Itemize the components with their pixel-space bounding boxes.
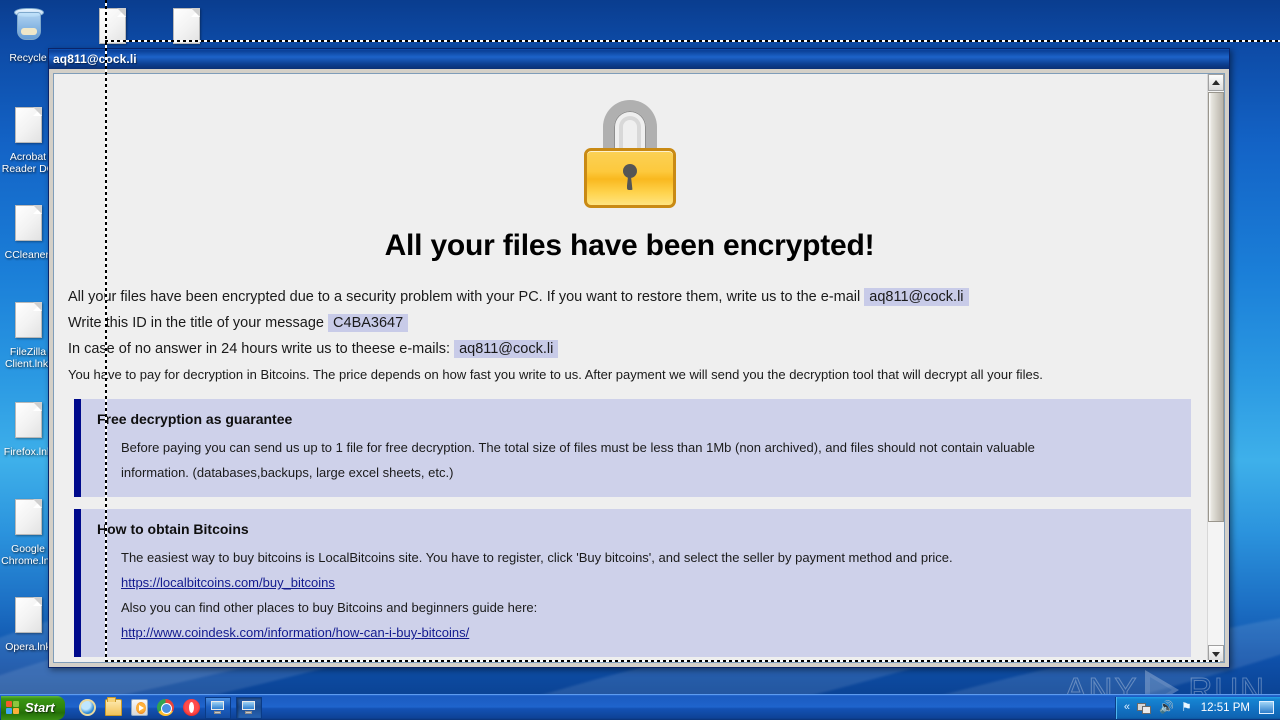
intro-line-3-text: In case of no answer in 24 hours write u… bbox=[68, 341, 451, 357]
desktop-icon-label: Firefox.lnk bbox=[3, 446, 53, 458]
intro-line-2-text: Write this ID in the title of your messa… bbox=[68, 315, 325, 331]
document-icon bbox=[8, 595, 48, 639]
coindesk-link[interactable]: http://www.coindesk.com/information/how-… bbox=[121, 620, 469, 645]
opera-icon[interactable] bbox=[182, 699, 200, 716]
intro-line-1: All your files have been encrypted due t… bbox=[68, 285, 1191, 310]
contact-email-2: aq811@cock.li bbox=[454, 340, 559, 358]
intro-line-3: In case of no answer in 24 hours write u… bbox=[68, 337, 1191, 362]
scroll-down-arrow-icon[interactable] bbox=[1208, 645, 1224, 662]
document-icon bbox=[8, 203, 48, 247]
panel-obtain-bitcoins-line-2: Also you can find other places to buy Bi… bbox=[121, 600, 538, 615]
clock[interactable]: 12:51 PM bbox=[1199, 702, 1252, 714]
window-body: All your files have been encrypted! All … bbox=[53, 73, 1225, 663]
document-icon bbox=[92, 6, 132, 50]
note-content-area: All your files have been encrypted! All … bbox=[54, 74, 1207, 662]
desktop-icon-label: Opera.lnk bbox=[5, 641, 51, 653]
desktop-icon-label: Google Chrome.lnk bbox=[1, 543, 55, 567]
desktop-icon-label: Recycle bbox=[9, 52, 47, 64]
marquee-edge-top bbox=[105, 40, 1280, 42]
windows-media-player-icon[interactable] bbox=[130, 699, 148, 716]
window-title-bar[interactable]: aq811@cock.li bbox=[49, 49, 1229, 69]
vertical-scrollbar[interactable] bbox=[1207, 74, 1224, 662]
start-button[interactable]: Start bbox=[1, 695, 65, 720]
contact-email-1: aq811@cock.li bbox=[864, 288, 969, 306]
panel-obtain-bitcoins: How to obtain Bitcoins The easiest way t… bbox=[74, 509, 1191, 657]
desktop-icon-label: CCleaner. bbox=[4, 249, 52, 261]
tray-expand-chevron-icon[interactable]: « bbox=[1124, 700, 1130, 715]
panel-free-decryption-line-2: information. (databases,backups, large e… bbox=[121, 465, 454, 480]
monitor-icon bbox=[241, 701, 256, 714]
network-icon[interactable] bbox=[1137, 700, 1152, 715]
localbitcoins-link[interactable]: https://localbitcoins.com/buy_bitcoins bbox=[121, 570, 335, 595]
taskbar-window-button-2[interactable] bbox=[235, 696, 262, 719]
document-icon bbox=[8, 300, 48, 344]
internet-explorer-icon[interactable] bbox=[78, 699, 96, 716]
taskbar: Start « 🔊 ⚑ 12:51 PM bbox=[0, 694, 1280, 720]
victim-id: C4BA3647 bbox=[328, 314, 409, 332]
page-title: All your files have been encrypted! bbox=[384, 229, 875, 262]
padlock-icon bbox=[583, 100, 676, 208]
language-flag-icon[interactable]: ⚑ bbox=[1181, 700, 1192, 715]
document-icon bbox=[8, 400, 48, 444]
panel-free-decryption: Free decryption as guarantee Before payi… bbox=[74, 399, 1191, 497]
lock-icon-container bbox=[68, 74, 1191, 213]
panel-free-decryption-line-1: Before paying you can send us up to 1 fi… bbox=[121, 440, 1035, 455]
taskbar-window-button-1[interactable] bbox=[204, 696, 231, 719]
window-title: aq811@cock.li bbox=[53, 52, 137, 66]
system-tray: « 🔊 ⚑ 12:51 PM bbox=[1114, 696, 1280, 719]
show-desktop-icon[interactable] bbox=[1259, 701, 1274, 714]
desktop-icon-label: FileZilla Client.lnk. bbox=[4, 346, 52, 370]
intro-line-1-text: All your files have been encrypted due t… bbox=[68, 289, 861, 305]
scroll-up-arrow-icon[interactable] bbox=[1208, 74, 1224, 91]
panel-free-decryption-title: Free decryption as guarantee bbox=[97, 411, 293, 427]
scrollbar-thumb[interactable] bbox=[1208, 92, 1224, 522]
desktop-icon-background-document-1[interactable] bbox=[84, 6, 140, 52]
desktop-icon-label: Acrobat Reader DC bbox=[1, 151, 55, 175]
panel-obtain-bitcoins-title: How to obtain Bitcoins bbox=[97, 521, 249, 537]
document-icon bbox=[166, 6, 206, 50]
ransom-note-window: aq811@cock.li All your files have been e… bbox=[48, 48, 1230, 668]
panel-obtain-bitcoins-line-1: The easiest way to buy bitcoins is Local… bbox=[121, 550, 953, 565]
intro-line-2: Write this ID in the title of your messa… bbox=[68, 311, 1191, 336]
quick-launch-bar bbox=[78, 697, 200, 716]
desktop: Recycle Acrobat Reader DC CCleaner. File… bbox=[0, 0, 1280, 720]
monitor-icon bbox=[210, 701, 225, 714]
document-icon bbox=[8, 105, 48, 149]
windows-flag-icon bbox=[6, 700, 21, 715]
volume-icon[interactable]: 🔊 bbox=[1159, 700, 1174, 715]
document-icon bbox=[8, 497, 48, 541]
desktop-icon-background-document-2[interactable] bbox=[158, 6, 214, 52]
recycle-bin-icon bbox=[8, 6, 48, 50]
intro-line-4: You have to pay for decryption in Bitcoi… bbox=[68, 367, 1043, 382]
google-chrome-icon[interactable] bbox=[156, 699, 174, 716]
start-button-label: Start bbox=[25, 700, 55, 715]
folder-icon[interactable] bbox=[104, 697, 122, 716]
